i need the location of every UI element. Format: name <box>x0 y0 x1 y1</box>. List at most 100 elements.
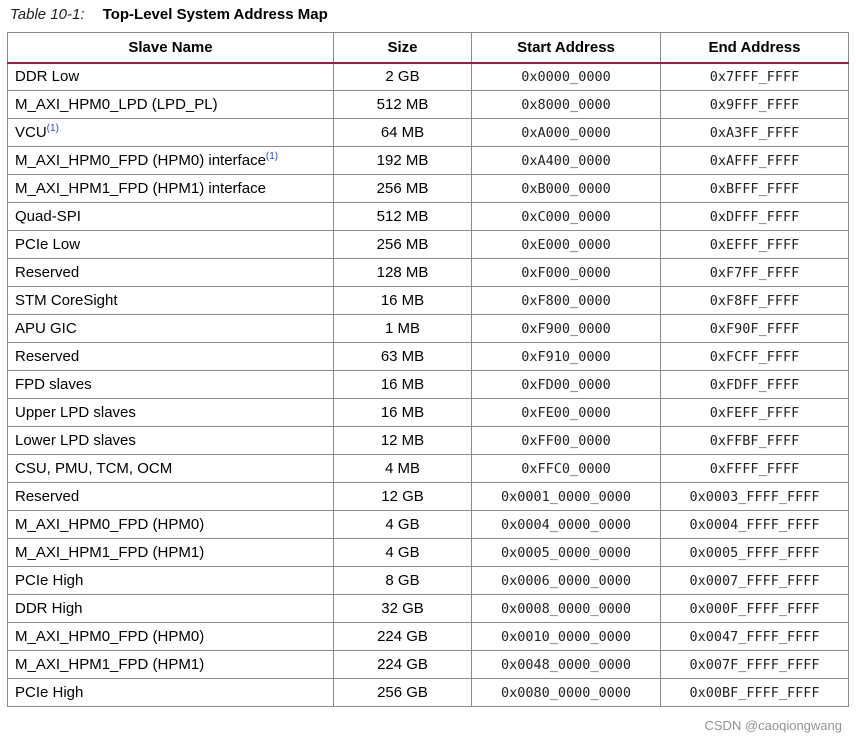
table-row: M_AXI_HPM1_FPD (HPM1) 4 GB 0x0005_0000_000… <box>7 538 849 567</box>
size-cell: 224 GB <box>333 622 472 651</box>
table-row: PCIe Low 256 MB 0xE000_0000 0xEFFF_FFFF <box>7 230 849 259</box>
start-address-cell: 0xFD00_0000 <box>471 370 661 399</box>
slave-name: Quad-SPI <box>15 208 81 225</box>
end-address-cell: 0x0047_FFFF_FFFF <box>660 622 849 651</box>
start-address-cell: 0xFF00_0000 <box>471 426 661 455</box>
start-address-cell: 0x0008_0000_0000 <box>471 594 661 623</box>
slave-name: Reserved <box>15 348 80 365</box>
start-address-cell: 0xF800_0000 <box>471 286 661 315</box>
size-cell: 63 MB <box>333 342 472 371</box>
table-row: PCIe High 8 GB 0x0006_0000_0000 0x0007_FFFF… <box>7 566 849 595</box>
end-address-cell: 0x7FFF_FFFF <box>660 62 849 91</box>
header-slave-name: Slave Name <box>7 32 334 64</box>
slave-name-cell: Reserved <box>7 342 334 371</box>
table-row: Upper LPD slaves 16 MB 0xFE00_0000 0xFEFF_F… <box>7 398 849 427</box>
table-row: M_AXI_HPM1_FPD (HPM1) interface 256 MB 0xB… <box>7 174 849 203</box>
slave-name: VCU <box>15 124 47 141</box>
slave-name: PCIe High <box>15 572 84 589</box>
start-address-cell: 0x0004_0000_0000 <box>471 510 661 539</box>
table-row: Quad-SPI 512 MB 0xC000_0000 0xDFFF_FFFF <box>7 202 849 231</box>
end-address-cell: 0xFFFF_FFFF <box>660 454 849 483</box>
end-address-cell: 0xFCFF_FFFF <box>660 342 849 371</box>
end-address-cell: 0x9FFF_FFFF <box>660 90 849 119</box>
start-address-cell: 0xA400_0000 <box>471 146 661 175</box>
start-address-cell: 0xF000_0000 <box>471 258 661 287</box>
slave-name: STM CoreSight <box>15 292 118 309</box>
end-address-cell: 0xDFFF_FFFF <box>660 202 849 231</box>
start-address-cell: 0xC000_0000 <box>471 202 661 231</box>
size-cell: 512 MB <box>333 90 472 119</box>
slave-name: M_AXI_HPM1_FPD (HPM1) interface <box>15 180 266 197</box>
slave-name-cell: M_AXI_HPM0_FPD (HPM0) <box>7 622 334 651</box>
footnote-link[interactable]: (1) <box>47 123 59 134</box>
size-cell: 4 MB <box>333 454 472 483</box>
slave-name-cell: Reserved <box>7 258 334 287</box>
start-address-cell: 0xF900_0000 <box>471 314 661 343</box>
end-address-cell: 0x0005_FFFF_FFFF <box>660 538 849 567</box>
start-address-cell: 0xFFC0_0000 <box>471 454 661 483</box>
size-cell: 2 GB <box>333 62 472 91</box>
start-address-cell: 0x0048_0000_0000 <box>471 650 661 679</box>
end-address-cell: 0x000F_FFFF_FFFF <box>660 594 849 623</box>
size-cell: 16 MB <box>333 370 472 399</box>
size-cell: 192 MB <box>333 146 472 175</box>
slave-name-cell: M_AXI_HPM0_FPD (HPM0) <box>7 510 334 539</box>
watermark: CSDN @caoqiongwang <box>704 718 843 733</box>
slave-name: PCIe Low <box>15 236 81 253</box>
size-cell: 1 MB <box>333 314 472 343</box>
size-cell: 16 MB <box>333 286 472 315</box>
header-start-address: Start Address <box>471 32 661 64</box>
start-address-cell: 0x0000_0000 <box>471 62 661 91</box>
end-address-cell: 0x007F_FFFF_FFFF <box>660 650 849 679</box>
size-cell: 256 MB <box>333 174 472 203</box>
table-row: DDR Low 2 GB 0x0000_0000 0x7FFF_FFFF <box>7 62 849 91</box>
size-cell: 256 MB <box>333 230 472 259</box>
end-address-cell: 0xEFFF_FFFF <box>660 230 849 259</box>
header-row: Slave Name Size Start Address End Addres… <box>7 32 849 64</box>
slave-name-cell: M_AXI_HPM1_FPD (HPM1) <box>7 650 334 679</box>
slave-name: Reserved <box>15 488 80 505</box>
start-address-cell: 0xFE00_0000 <box>471 398 661 427</box>
slave-name: Reserved <box>15 264 80 281</box>
size-cell: 256 GB <box>333 678 472 707</box>
table-row: APU GIC 1 MB 0xF900_0000 0xF90F_FFFF <box>7 314 849 343</box>
table-row: M_AXI_HPM0_LPD (LPD_PL) 512 MB 0x8000_0000… <box>7 90 849 119</box>
end-address-cell: 0xF8FF_FFFF <box>660 286 849 315</box>
start-address-cell: 0xE000_0000 <box>471 230 661 259</box>
end-address-cell: 0x0007_FFFF_FFFF <box>660 566 849 595</box>
table-row: STM CoreSight 16 MB 0xF800_0000 0xF8FF_FFFF <box>7 286 849 315</box>
slave-name-cell: M_AXI_HPM0_FPD (HPM0) interface(1) <box>7 146 334 175</box>
table-row: M_AXI_HPM1_FPD (HPM1) 224 GB 0x0048_0000_0… <box>7 650 849 679</box>
table-title: Top-Level System Address Map <box>102 6 328 23</box>
slave-name-cell: PCIe High <box>7 566 334 595</box>
slave-name: CSU, PMU, TCM, OCM <box>15 460 173 477</box>
size-cell: 4 GB <box>333 510 472 539</box>
slave-name-cell: CSU, PMU, TCM, OCM <box>7 454 334 483</box>
size-cell: 32 GB <box>333 594 472 623</box>
table-row: Lower LPD slaves 12 MB 0xFF00_0000 0xFFBF_F… <box>7 426 849 455</box>
slave-name-cell: PCIe Low <box>7 230 334 259</box>
table-row: FPD slaves 16 MB 0xFD00_0000 0xFDFF_FFFF <box>7 370 849 399</box>
size-cell: 224 GB <box>333 650 472 679</box>
size-cell: 512 MB <box>333 202 472 231</box>
start-address-cell: 0x8000_0000 <box>471 90 661 119</box>
slave-name-cell: STM CoreSight <box>7 286 334 315</box>
table-row: M_AXI_HPM0_FPD (HPM0) 224 GB 0x0010_0000_0… <box>7 622 849 651</box>
slave-name-cell: DDR High <box>7 594 334 623</box>
size-cell: 8 GB <box>333 566 472 595</box>
slave-name-cell: Reserved <box>7 482 334 511</box>
slave-name-cell: M_AXI_HPM1_FPD (HPM1) interface <box>7 174 334 203</box>
slave-name-cell: PCIe High <box>7 678 334 707</box>
slave-name: DDR Low <box>15 68 80 86</box>
header-end-address: End Address <box>660 32 849 64</box>
slave-name: FPD slaves <box>15 376 92 393</box>
start-address-cell: 0xB000_0000 <box>471 174 661 203</box>
footnote-link[interactable]: (1) <box>266 151 278 162</box>
slave-name-cell: FPD slaves <box>7 370 334 399</box>
start-address-cell: 0x0080_0000_0000 <box>471 678 661 707</box>
size-cell: 4 GB <box>333 538 472 567</box>
slave-name-cell: VCU(1) <box>7 118 334 147</box>
start-address-cell: 0x0010_0000_0000 <box>471 622 661 651</box>
end-address-cell: 0xBFFF_FFFF <box>660 174 849 203</box>
slave-name: Lower LPD slaves <box>15 432 136 449</box>
